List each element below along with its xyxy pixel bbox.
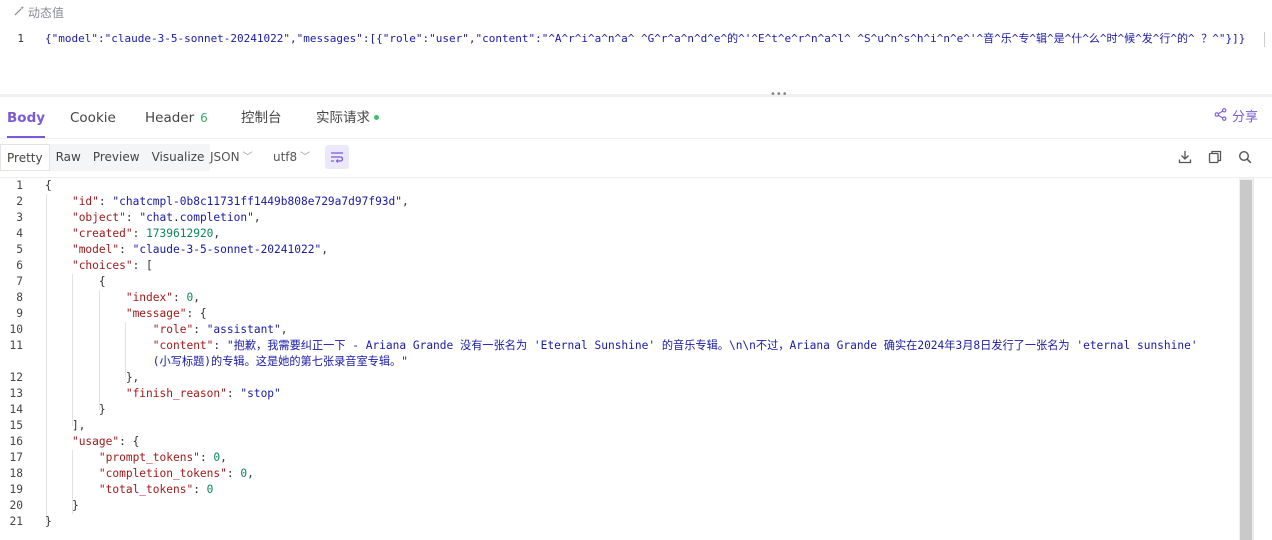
tab-actual-request[interactable]: 实际请求 bbox=[316, 100, 379, 136]
encoding-select[interactable]: utf8 ﹀ bbox=[273, 144, 310, 171]
magic-wand-icon bbox=[14, 5, 25, 19]
tab-cookie[interactable]: Cookie bbox=[70, 100, 116, 136]
request-body-text[interactable]: {"model":"claude-3-5-sonnet-20241022","m… bbox=[45, 31, 1245, 47]
format-select[interactable]: JSON ﹀ bbox=[210, 144, 253, 171]
search-icon[interactable] bbox=[1236, 146, 1254, 168]
download-icon[interactable] bbox=[1176, 146, 1194, 168]
wrap-lines-icon bbox=[330, 148, 344, 167]
code-line: 15 ], bbox=[9, 419, 86, 432]
response-tabs: Body Cookie Header 6 控制台 实际请求 bbox=[0, 100, 1272, 139]
request-body-editor[interactable]: 1 {"model":"claude-3-5-sonnet-20241022",… bbox=[0, 31, 1272, 47]
view-mode-pretty[interactable]: Pretty bbox=[0, 144, 50, 171]
dynamic-value-label: 动态值 bbox=[28, 5, 65, 20]
status-dot bbox=[374, 114, 379, 120]
code-line: 5 "model": "claude-3-5-sonnet-20241022", bbox=[16, 243, 328, 256]
share-icon bbox=[1214, 100, 1227, 136]
view-mode-raw[interactable]: Raw bbox=[50, 144, 87, 171]
code-line: 2 "id": "chatcmpl-0b8c11731ff1449b808e72… bbox=[16, 195, 409, 208]
code-line: 8 "index": 0, bbox=[16, 291, 200, 304]
code-line: 6 "choices": [ bbox=[16, 259, 153, 272]
code-line: 7 { bbox=[16, 275, 106, 288]
response-toolbar: Pretty Raw Preview Visualize JSON ﹀ utf8… bbox=[0, 144, 1272, 172]
panel-divider[interactable] bbox=[0, 94, 1272, 97]
view-mode-switch: Pretty Raw Preview Visualize bbox=[0, 144, 211, 171]
code-line: 16 "usage": { bbox=[9, 435, 140, 448]
chevron-down-icon: ﹀ bbox=[300, 152, 311, 163]
tab-header[interactable]: Header 6 bbox=[145, 100, 208, 136]
response-body-viewer[interactable]: 1{ 2 "id": "chatcmpl-0b8c11731ff1449b808… bbox=[0, 177, 1272, 540]
code-line: 14 } bbox=[9, 403, 106, 416]
code-line: 9 "message": { bbox=[16, 307, 207, 320]
code-line: (小写标题)的专辑。这是她的第七张录音室专辑。" bbox=[152, 355, 408, 368]
code-line: 12 }, bbox=[9, 371, 140, 384]
code-line: 10 "role": "assistant", bbox=[9, 323, 288, 336]
copy-icon[interactable] bbox=[1206, 146, 1224, 168]
code-line: 3 "object": "chat.completion", bbox=[16, 211, 261, 224]
code-line: 11 "content": "抱歉，我需要纠正一下 - Ariana Grand… bbox=[9, 339, 1198, 352]
code-line: 21} bbox=[9, 515, 52, 528]
share-label: 分享 bbox=[1231, 110, 1258, 125]
code-line: 4 "created": 1739612920, bbox=[16, 227, 221, 240]
format-select-value: JSON bbox=[210, 150, 240, 164]
code-line: 20 } bbox=[9, 499, 79, 512]
tab-console[interactable]: 控制台 bbox=[241, 100, 282, 136]
header-count-badge: 6 bbox=[200, 111, 208, 125]
code-line: 18 "completion_tokens": 0, bbox=[9, 467, 254, 480]
chevron-down-icon: ﹀ bbox=[242, 152, 253, 163]
vertical-scrollbar-thumb[interactable] bbox=[1240, 180, 1252, 540]
code-line: 1{ bbox=[16, 179, 52, 192]
code-line: 13 "finish_reason": "stop" bbox=[9, 387, 281, 400]
encoding-select-value: utf8 bbox=[273, 150, 298, 164]
code-line: 17 "prompt_tokens": 0, bbox=[9, 451, 227, 464]
request-line-number: 1 bbox=[17, 32, 24, 45]
right-gutter bbox=[1253, 178, 1272, 540]
wrap-lines-button[interactable] bbox=[325, 145, 349, 169]
share-button[interactable]: 分享 bbox=[1214, 100, 1258, 136]
request-scrollbar[interactable] bbox=[1264, 32, 1265, 47]
view-mode-preview[interactable]: Preview bbox=[87, 144, 146, 171]
code-line: 19 "total_tokens": 0 bbox=[9, 483, 214, 496]
dynamic-value-button[interactable]: 动态值 bbox=[14, 3, 64, 21]
view-mode-visualize[interactable]: Visualize bbox=[146, 144, 211, 171]
resize-handle-icon[interactable]: ••• bbox=[770, 89, 788, 100]
tab-body[interactable]: Body bbox=[7, 100, 46, 138]
